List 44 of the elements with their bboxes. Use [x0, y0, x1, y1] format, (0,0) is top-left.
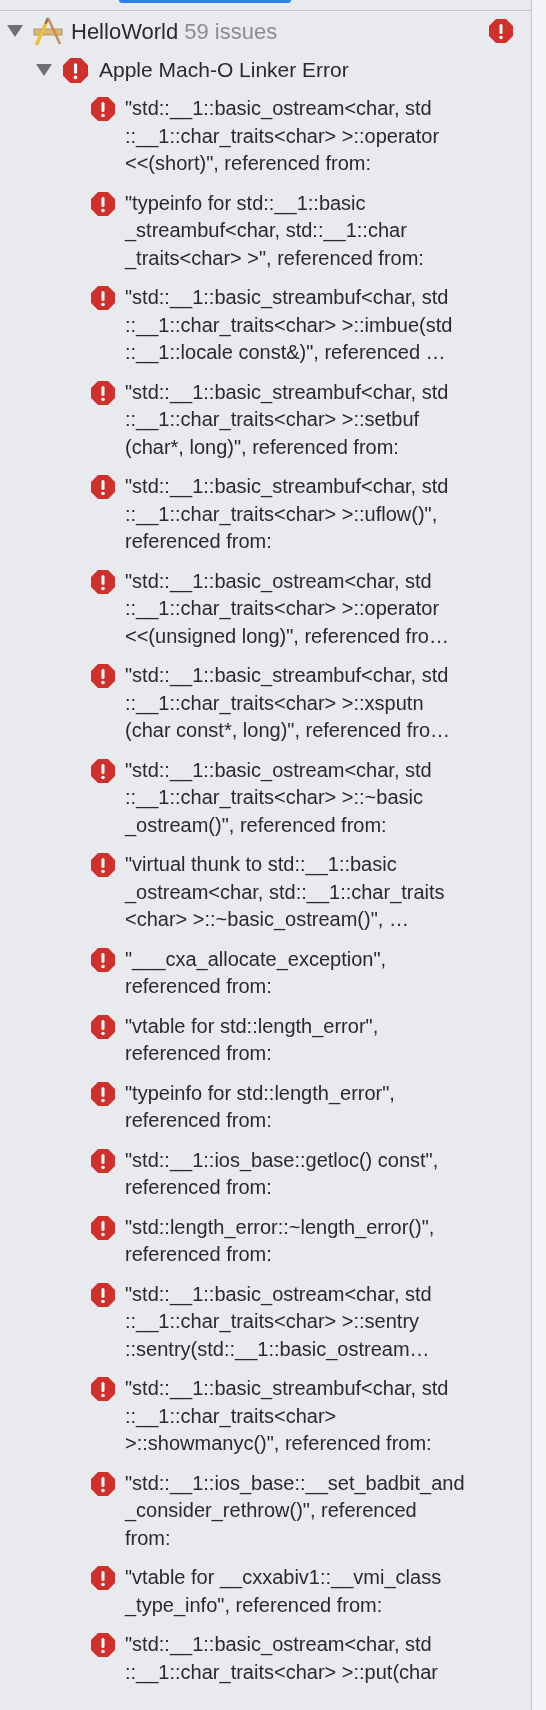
- error-icon: [91, 664, 115, 688]
- issue-message[interactable]: "std::__1::basic_ostream<char, std ::__1::char_traits<char> >::operator <<(short)", referenced from:: [125, 95, 440, 178]
- issue-message[interactable]: "std::__1::ios_base::getloc() const", referenced from:: [125, 1146, 439, 1202]
- error-icon: [489, 19, 513, 43]
- issue-count: 59 issues: [184, 17, 278, 46]
- error-icon: [91, 380, 115, 405]
- issue-message[interactable]: "std::__1::basic_streambuf<char, std ::__1::char_traits<char> >::showmanyc()", referenced from:: [125, 1375, 449, 1458]
- error-icon: [91, 569, 115, 594]
- issue-message[interactable]: "std::__1::basic_ostream<char, std ::__1::char_traits<char> >::~basic _ostream()", referenced from:: [125, 756, 432, 839]
- error-icon: [91, 191, 115, 216]
- issue-message[interactable]: "typeinfo for std::length_error", referenced from:: [125, 1079, 395, 1135]
- issue-message[interactable]: "std::__1::basic_streambuf<char, std ::__1::char_traits<char> >::setbuf (char*, long)", referenced from:: [125, 378, 449, 461]
- issue-message[interactable]: "std::__1::basic_streambuf<char, std ::__1::char_traits<char> >::imbue(std ::__1::locale const&)", referenced …: [125, 284, 453, 367]
- error-icon: [91, 1148, 115, 1173]
- error-icon: [91, 1081, 115, 1106]
- error-icon: [91, 758, 115, 783]
- error-icon: [91, 1377, 115, 1401]
- error-icon: [91, 1633, 115, 1657]
- issue-message[interactable]: "std::__1::basic_ostream<char, std ::__1::char_traits<char> >::operator <<(unsigned long)", referenced fro…: [125, 567, 449, 650]
- app-icon: [33, 16, 63, 46]
- issue-message[interactable]: "vtable for std::length_error", referenced from:: [125, 1012, 379, 1068]
- error-icon: [91, 475, 115, 499]
- issue-message[interactable]: "virtual thunk to std::__1::basic _ostream<char, std::__1::char_traits <char> >::~basic_ostream()", …: [125, 851, 445, 934]
- issue-message[interactable]: "std::__1::basic_ostream<char, std ::__1::char_traits<char> >::put(char: [125, 1631, 438, 1686]
- error-icon: [91, 1282, 115, 1307]
- project-name: HelloWorld: [71, 17, 179, 46]
- error-icon: [91, 1566, 115, 1590]
- group-title: Apple Mach-O Linker Error: [99, 57, 349, 84]
- error-icon: [91, 1471, 115, 1496]
- issue-message[interactable]: "vtable for __cxxabiv1::__vmi_class _type_info", referenced from:: [125, 1564, 442, 1619]
- issue-message[interactable]: "std::__1::basic_streambuf<char, std ::__1::char_traits<char> >::uflow()", referenced from:: [125, 473, 449, 556]
- error-icon: [91, 286, 115, 310]
- issue-message[interactable]: "std::length_error::~length_error()", referenced from:: [125, 1213, 435, 1269]
- error-icon: [91, 1014, 115, 1039]
- issue-message[interactable]: "std::__1::ios_base::__set_badbit_and _consider_rethrow()", referenced from:: [125, 1469, 465, 1552]
- error-icon: [63, 57, 88, 83]
- issue-message[interactable]: "___cxa_allocate_exception", referenced from:: [125, 945, 387, 1001]
- error-icon: [91, 853, 115, 877]
- error-icon: [91, 1215, 115, 1240]
- issue-message[interactable]: "std::__1::basic_streambuf<char, std ::__1::char_traits<char> >::xsputn (char const*, long)", referenced fro…: [125, 662, 451, 745]
- issue-message[interactable]: "typeinfo for std::__1::basic _streambuf<char, std::__1::char _traits<char> >", referenced from:: [125, 189, 424, 272]
- error-icon: [91, 97, 115, 121]
- issue-message[interactable]: "std::__1::basic_ostream<char, std ::__1::char_traits<char> >::sentry ::sentry(std::__1::basic_ostream…: [125, 1280, 432, 1363]
- error-icon: [91, 947, 115, 972]
